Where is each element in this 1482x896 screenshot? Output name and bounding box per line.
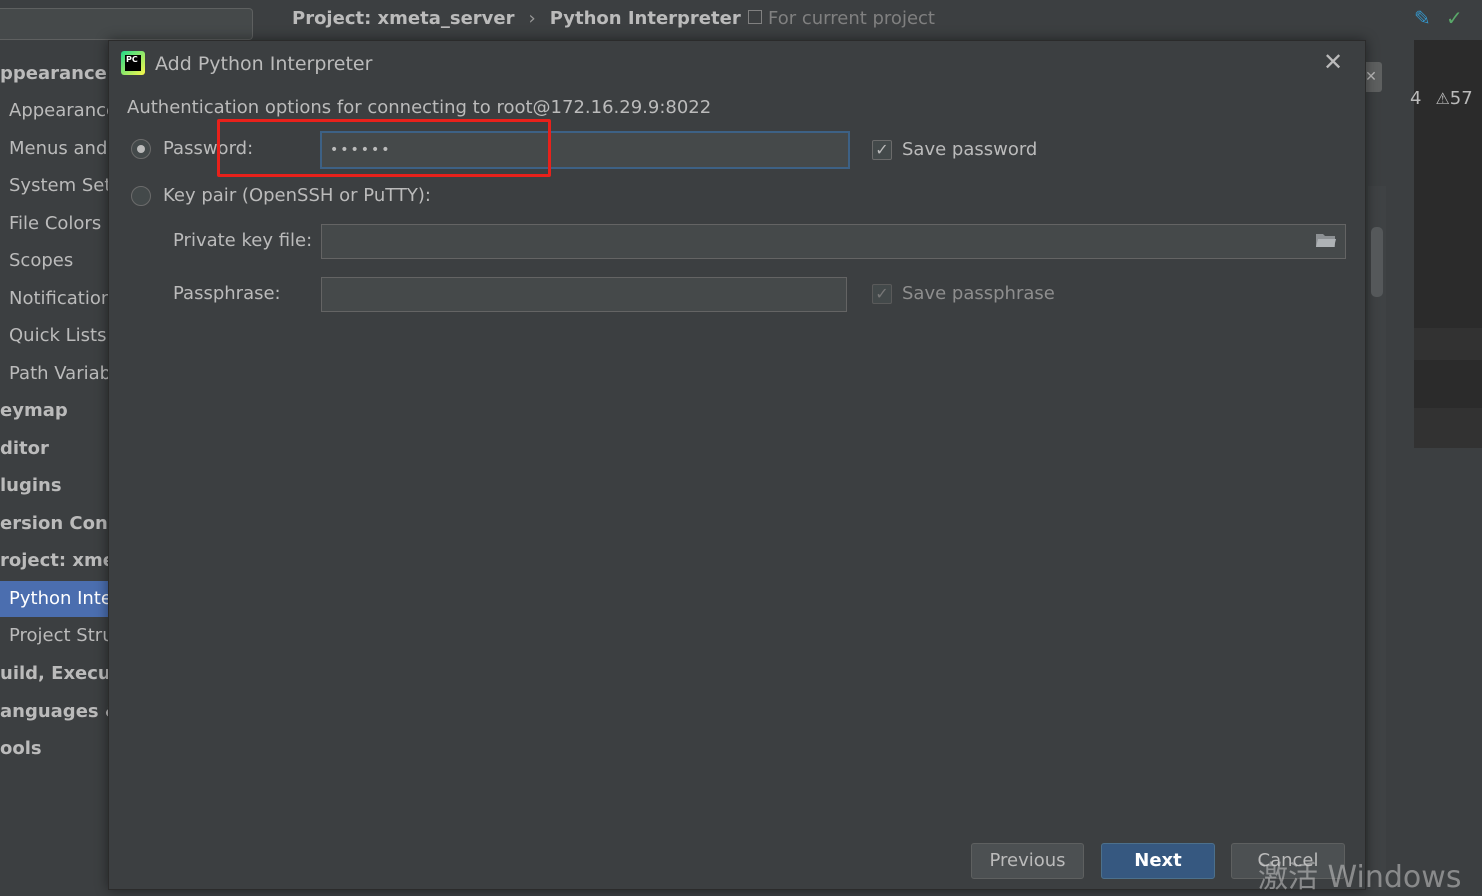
sidebar-item[interactable]: Project Stru [0,618,114,654]
sidebar-item[interactable]: eymap [0,393,68,429]
sidebar-item[interactable]: Quick Lists [0,318,106,354]
folder-icon[interactable] [1315,232,1337,248]
sidebar-item[interactable]: Scopes [0,243,73,279]
save-passphrase-label[interactable]: Save passphrase [902,279,1055,309]
pycharm-logo-icon: PC [121,51,145,75]
inspection-widget[interactable]: 4 ⚠57 [1410,88,1473,109]
sidebar-item[interactable]: Path Variab [0,356,111,392]
check-icon[interactable]: ✓ [1446,6,1463,30]
sidebar-item[interactable]: anguages & [0,694,121,730]
editor-panel [1414,448,1482,526]
sidebar-item[interactable]: Notification [0,281,112,317]
sidebar-item[interactable]: ersion Contr [0,506,125,542]
pencil-icon[interactable]: ✎ [1414,6,1431,30]
keypair-radio[interactable] [131,186,151,206]
private-key-field[interactable] [321,224,1346,259]
breadcrumb-separator: › [528,8,536,29]
warning-icon: ⚠ [1435,89,1450,108]
save-password-checkbox[interactable]: ✓ [872,140,892,160]
save-passphrase-checkbox[interactable]: ✓ [872,284,892,304]
sidebar-item[interactable]: ools [0,731,42,767]
sidebar-item[interactable]: uild, Executi [0,656,126,692]
breadcrumb: Project: xmeta_server › Python Interpreter [292,4,741,34]
sidebar-item[interactable]: System Sett [0,168,118,204]
close-icon[interactable]: ✕ [1319,47,1347,77]
add-python-interpreter-dialog: PC Add Python Interpreter ✕ Authenticati… [108,40,1383,890]
previous-button[interactable]: Previous [971,843,1084,879]
sidebar-item[interactable]: Appearance [0,93,117,129]
sidebar-item[interactable]: File Colors [0,206,101,242]
pycharm-logo-text: PC [125,55,141,71]
error-count: 4 [1410,88,1422,109]
editor-line-highlight [1414,328,1482,360]
settings-search-input[interactable] [0,8,253,40]
sidebar-item[interactable]: Menus and [0,131,107,167]
sidebar-item[interactable]: ditor [0,431,49,467]
scope-label: For current project [768,8,935,29]
project-scope-icon [748,10,762,24]
dialog-title: Add Python Interpreter [155,53,373,75]
scope-indicator: For current project [748,4,935,34]
sidebar-item[interactable]: Python Inte [0,581,119,617]
password-highlight-annotation [217,119,551,177]
editor-line-highlight [1414,408,1482,448]
breadcrumb-project[interactable]: Project: xmeta_server [292,8,515,29]
passphrase-field[interactable] [321,277,847,312]
passphrase-label: Passphrase: [173,283,281,304]
cancel-button[interactable]: Cancel [1231,843,1345,879]
dialog-scrollbar-thumb[interactable] [1371,227,1383,297]
warning-count: 57 [1449,88,1473,109]
save-password-label[interactable]: Save password [902,135,1037,165]
password-radio[interactable] [131,139,151,159]
sidebar-item[interactable]: lugins [0,468,62,504]
private-key-label: Private key file: [173,230,313,251]
breadcrumb-page: Python Interpreter [549,8,741,29]
next-button[interactable]: Next [1101,843,1215,879]
keypair-label[interactable]: Key pair (OpenSSH or PuTTY): [163,181,431,211]
